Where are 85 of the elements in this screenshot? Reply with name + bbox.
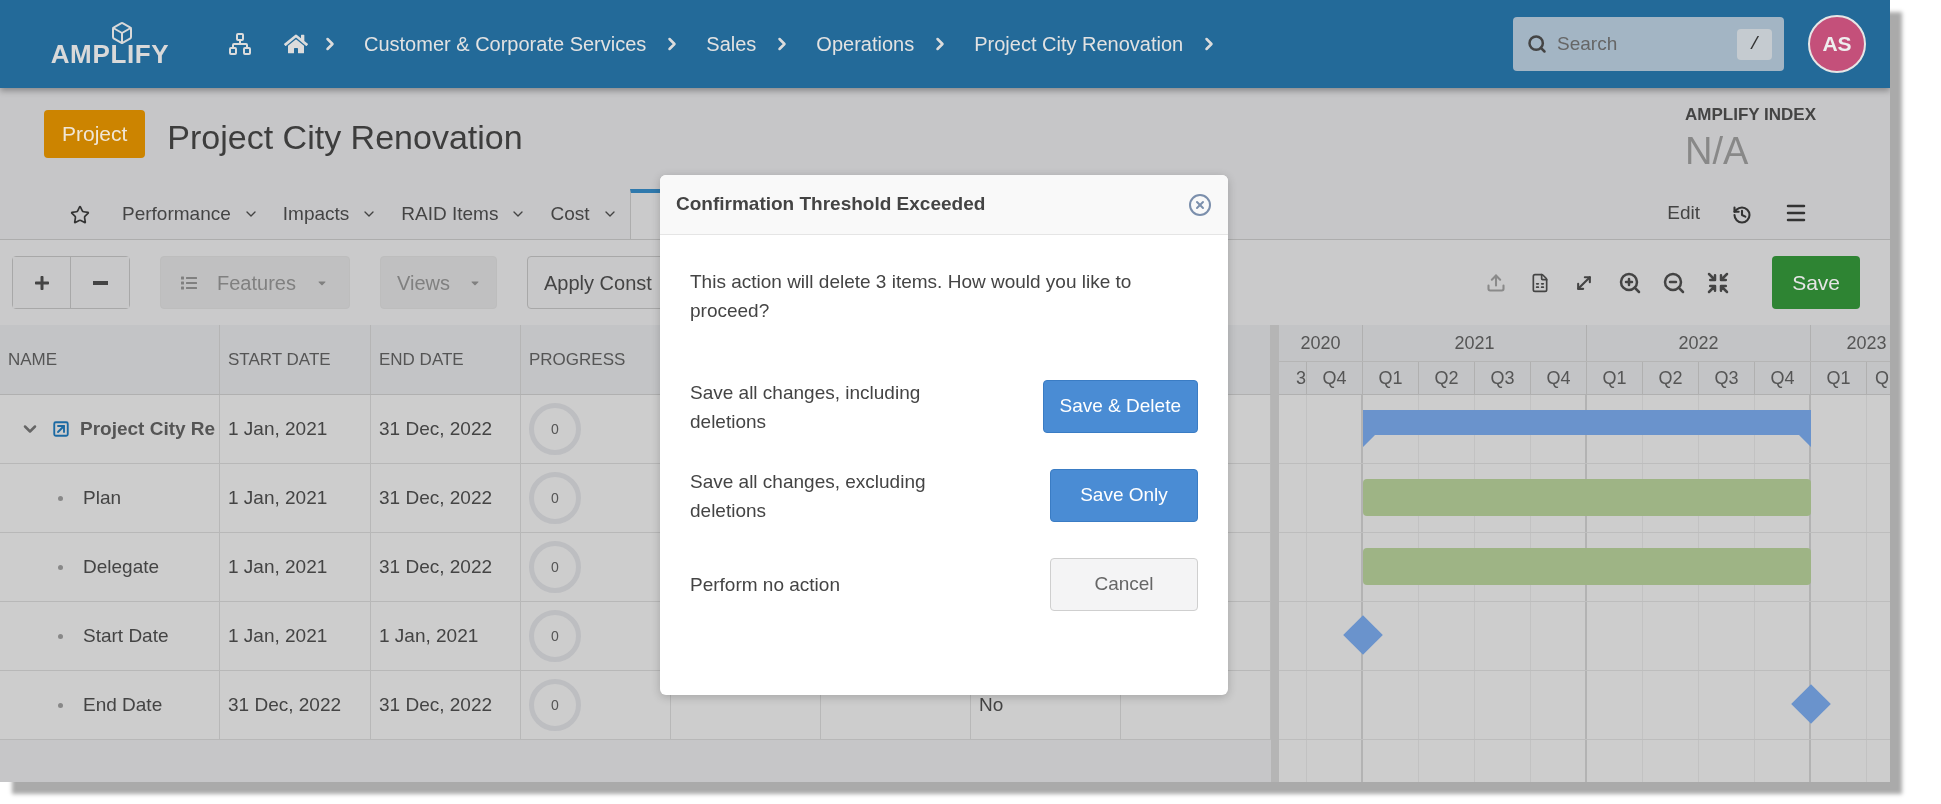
table-cell-text: 31 Dec, 2022 — [379, 416, 493, 441]
bullet-icon — [58, 702, 63, 708]
breadcrumb-link[interactable]: Operations — [816, 29, 915, 59]
open-link-icon[interactable] — [52, 420, 70, 438]
row-name: Plan — [83, 485, 122, 510]
tab[interactable]: Cost — [538, 189, 630, 239]
logo[interactable]: AMPLIFY — [50, 41, 170, 67]
table-cell-text: 31 Dec, 2022 — [379, 554, 493, 579]
option-button[interactable]: Save & Delete — [1042, 380, 1198, 433]
breadcrumb-link[interactable]: Customer & Corporate Services — [364, 29, 647, 59]
quarter-label: Q — [1875, 366, 1889, 390]
favorite-star-icon[interactable] — [70, 205, 90, 225]
quarter-label: Q1 — [1378, 366, 1403, 390]
quarter-label: Q4 — [1770, 366, 1795, 390]
breadcrumb-link[interactable]: Sales — [706, 29, 757, 59]
progress-ring: 0 — [529, 541, 581, 593]
column-header[interactable]: PROGRESS — [529, 346, 626, 373]
zoom-in-icon[interactable] — [1618, 270, 1643, 295]
table-cell-text: 1 Jan, 2021 — [379, 623, 479, 648]
table-cell-text: 31 Dec, 2022 — [379, 485, 493, 510]
home-icon[interactable] — [284, 32, 308, 56]
save-button[interactable]: Save — [1772, 256, 1860, 309]
progress-ring: 0 — [529, 610, 581, 662]
summary-bar[interactable] — [1363, 410, 1811, 447]
type-badge: Project — [44, 110, 146, 158]
row-name: Start Date — [83, 623, 169, 648]
history-icon[interactable] — [1732, 205, 1752, 225]
hierarchy-icon[interactable] — [228, 32, 252, 56]
quarter-label: Q3 — [1714, 366, 1739, 390]
quarter-label: Q1 — [1602, 366, 1627, 390]
zoom-out-icon[interactable] — [1662, 270, 1687, 295]
option-description: Save all changes, including deletions — [690, 380, 922, 434]
year-label: 2021 — [1454, 331, 1495, 355]
page-title: Project City Renovation — [167, 117, 523, 158]
option-button[interactable]: Save Only — [1050, 469, 1198, 522]
quarter-label: Q4 — [1322, 366, 1347, 390]
table-cell-text: 1 Jan, 2021 — [228, 554, 328, 579]
quarter-label: Q4 — [1546, 366, 1571, 390]
year-label: 2022 — [1678, 331, 1719, 355]
option-button[interactable]: Cancel — [1050, 558, 1198, 611]
breadcrumb-link[interactable]: Project City Renovation — [974, 29, 1184, 59]
option-description: Save all changes, excluding deletions — [690, 469, 927, 523]
minus-icon — [92, 280, 108, 285]
quarter-label: Q2 — [1434, 366, 1459, 390]
list-icon — [181, 274, 197, 291]
table-cell-text: 31 Dec, 2022 — [379, 692, 493, 717]
collapse-icon[interactable] — [1706, 270, 1731, 295]
year-label: 2020 — [1300, 331, 1341, 355]
bullet-icon — [58, 633, 63, 639]
user-avatar[interactable]: AS — [1808, 15, 1866, 73]
option-description: Perform no action — [690, 573, 841, 597]
cube-icon — [110, 21, 134, 45]
quarter-label: Q1 — [1826, 366, 1851, 390]
row-name: Project City Re — [80, 416, 216, 441]
add-button[interactable] — [13, 257, 71, 308]
quarter-label: Q2 — [1658, 366, 1683, 390]
row-name: End Date — [83, 692, 163, 717]
progress-ring: 0 — [529, 679, 581, 731]
year-label: 2023 — [1846, 331, 1887, 355]
plus-icon — [33, 274, 50, 291]
close-icon[interactable] — [1188, 192, 1212, 217]
table-cell-text: 1 Jan, 2021 — [228, 623, 328, 648]
quarter-label: 3 — [1296, 366, 1306, 390]
table-cell-text: 31 Dec, 2022 — [228, 692, 342, 717]
shortcut-key: / — [1737, 29, 1772, 60]
tab[interactable]: Performance — [110, 189, 271, 239]
bullet-icon — [58, 564, 63, 570]
dialog-title: Confirmation Threshold Exceeded — [676, 192, 987, 217]
row-name: Delegate — [83, 554, 160, 579]
search-icon — [1527, 34, 1547, 54]
bullet-icon — [58, 495, 63, 501]
table-cell-text: 1 Jan, 2021 — [228, 485, 328, 510]
column-header[interactable]: START DATE — [228, 346, 331, 373]
progress-ring: 0 — [529, 403, 581, 455]
index-label: AMPLIFY INDEX — [1685, 104, 1816, 126]
index-value: N/A — [1685, 128, 1750, 174]
table-cell-text: No — [979, 692, 1004, 717]
column-header[interactable]: NAME — [8, 346, 58, 373]
tab[interactable]: RAID Items — [389, 189, 539, 239]
progress-ring: 0 — [529, 472, 581, 524]
table-cell-text: 1 Jan, 2021 — [228, 416, 328, 441]
column-header[interactable]: END DATE — [379, 346, 464, 373]
quarter-label: Q3 — [1490, 366, 1515, 390]
edit-link[interactable]: Edit — [1667, 198, 1700, 227]
tab[interactable]: Impacts — [270, 189, 390, 239]
